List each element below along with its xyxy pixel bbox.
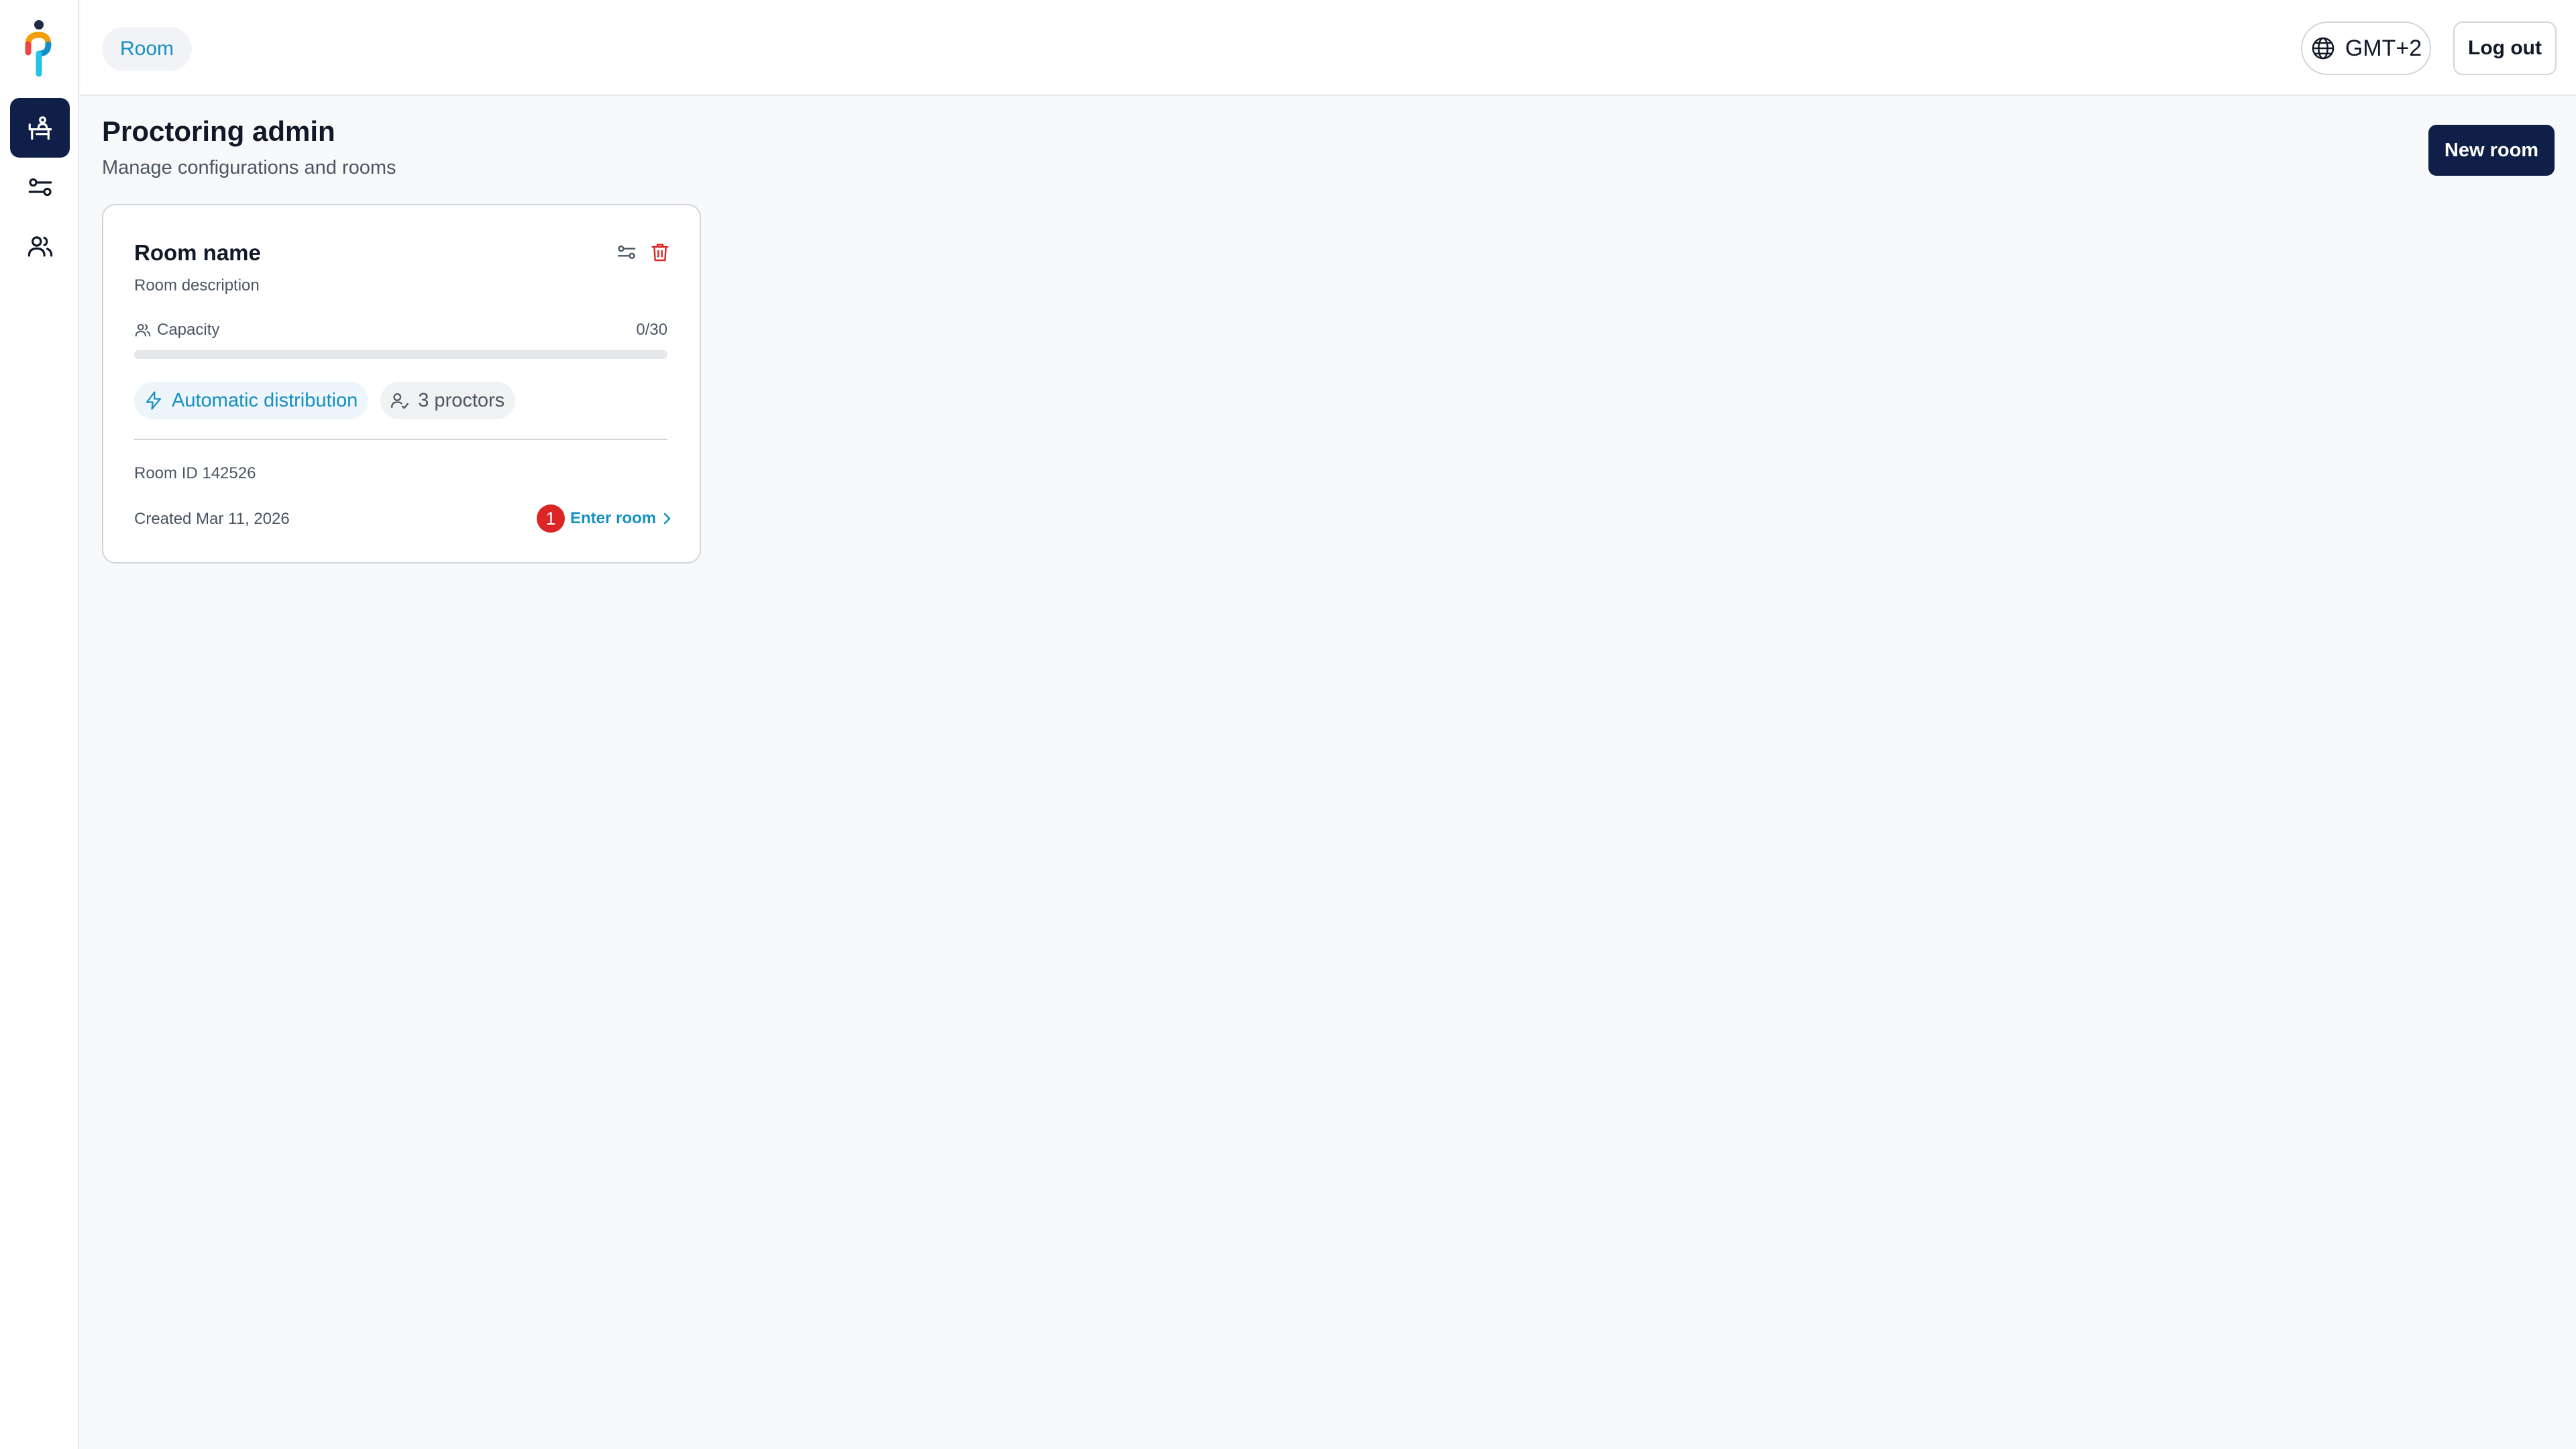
- enter-room-label: Enter room: [570, 509, 657, 527]
- room-card-actions: [614, 240, 672, 264]
- room-id: Room ID 142526: [134, 464, 256, 482]
- enter-room-link[interactable]: Enter room: [570, 509, 674, 528]
- room-created-date: Created Mar 11, 2026: [134, 510, 290, 528]
- capacity-label: Capacity: [157, 321, 220, 339]
- proctors-label: 3 proctors: [418, 389, 505, 411]
- enter-room-area: 1 Enter room: [537, 504, 674, 533]
- sidebar-item-users[interactable]: [10, 216, 70, 276]
- room-description: Room description: [134, 276, 260, 294]
- delete-room-button[interactable]: [648, 240, 672, 264]
- proctors-badge: 3 proctors: [380, 382, 516, 419]
- timezone-button[interactable]: GMT+2: [2301, 21, 2431, 75]
- sidebar: [0, 0, 79, 1449]
- app-logo-icon[interactable]: [24, 19, 56, 79]
- distribution-label: Automatic distribution: [172, 389, 358, 411]
- sidebar-item-configurations[interactable]: [10, 157, 70, 217]
- timezone-label: GMT+2: [2345, 35, 2422, 61]
- page-title: Proctoring admin: [102, 115, 335, 147]
- chevron-right-icon: [660, 511, 674, 526]
- sliders-icon: [26, 173, 54, 201]
- lightning-icon: [144, 390, 164, 411]
- logout-button[interactable]: Log out: [2453, 21, 2557, 75]
- top-bar: Room GMT+2 Log out: [80, 0, 2576, 96]
- trash-icon: [649, 241, 671, 263]
- users-icon: [26, 232, 54, 260]
- capacity-value: 0/30: [636, 321, 667, 339]
- room-name: Room name: [134, 240, 261, 265]
- room-tags: Automatic distribution 3 proctors: [134, 382, 516, 419]
- room-card: Room name Room description Capacity 0/30…: [102, 204, 701, 564]
- sidebar-item-rooms[interactable]: [10, 98, 70, 158]
- page-subtitle: Manage configurations and rooms: [102, 157, 396, 178]
- user-icon: [134, 321, 152, 339]
- capacity-progress-bar: [134, 350, 667, 359]
- globe-icon: [2310, 36, 2336, 61]
- room-settings-button[interactable]: [614, 240, 639, 264]
- automatic-distribution-badge: Automatic distribution: [134, 382, 369, 419]
- notification-badge: 1: [537, 504, 565, 533]
- desk-room-icon: [26, 114, 54, 142]
- new-room-button[interactable]: New room: [2428, 125, 2555, 176]
- card-divider: [134, 439, 667, 440]
- user-check-icon: [390, 390, 410, 411]
- capacity-row: Capacity 0/30: [134, 321, 667, 339]
- sliders-icon: [616, 241, 637, 263]
- breadcrumb-room[interactable]: Room: [102, 27, 193, 71]
